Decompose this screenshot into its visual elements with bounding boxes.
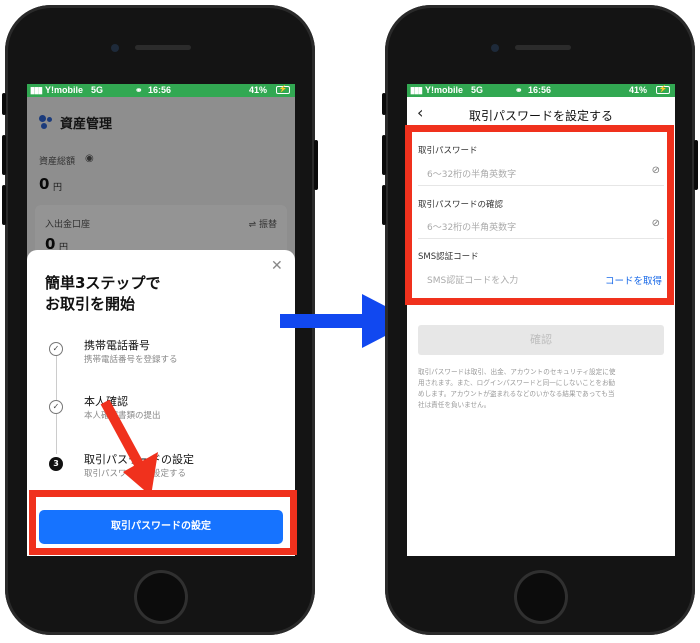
clock: 16:56 (528, 85, 552, 95)
front-camera (491, 44, 499, 52)
link-icon: ⚭ (515, 85, 523, 95)
network-label: 5G (471, 85, 484, 95)
mute-switch (382, 93, 386, 115)
status-bar: ▮▮▮ Y!mobile 5G ⚭ 16:56 41% ⚡ (407, 84, 675, 97)
right-phone-frame: ▮▮▮ Y!mobile 5G ⚭ 16:56 41% ⚡ ‹ 取引パスワードを… (382, 5, 698, 635)
battery-charging-icon: ⚡ (656, 86, 670, 94)
notice-line-2: 用されます。また、ログインパスワードと同一にしないことをお勧 (418, 379, 616, 387)
volume-up-button (382, 135, 386, 175)
signal-icon: ▮▮▮ (410, 85, 423, 95)
notice-line-3: めします。アカウントが盗まれるなどのいかなる結果であっても当 (418, 390, 615, 398)
notice-line-1: 取引パスワードは取引、出金、アカウントのセキュリティ設定に使 (418, 368, 616, 376)
power-button (694, 140, 698, 190)
home-button[interactable] (514, 570, 568, 624)
form-highlight-frame (405, 125, 674, 305)
password-notice: 取引パスワードは取引、出金、アカウントのセキュリティ設定に使 用されます。また、… (418, 367, 668, 411)
carrier-label: Y!mobile (425, 85, 464, 95)
confirm-button[interactable]: 確認 (418, 325, 664, 355)
earpiece-speaker (515, 45, 571, 50)
nav-title: 取引パスワードを設定する (468, 109, 613, 123)
volume-down-button (382, 185, 386, 225)
battery-percent: 41% (629, 85, 648, 95)
notice-line-4: 社は責任を負いません。 (418, 401, 491, 409)
